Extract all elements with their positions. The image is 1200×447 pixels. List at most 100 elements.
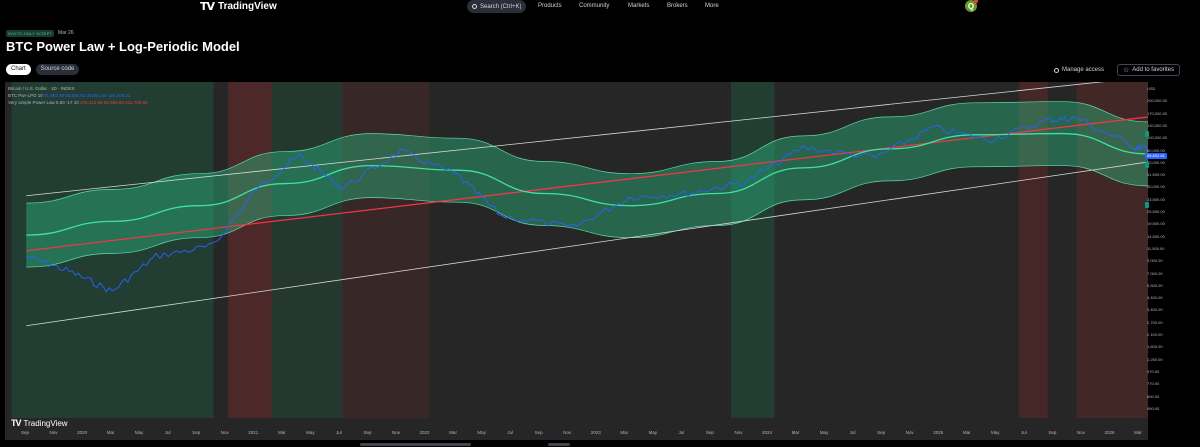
chart-pane[interactable]: Sep Nov 2020 Mar May Jul Sep Nov 2021 Mar May Jul Se… (5, 82, 1148, 440)
y-axis-label: 170,000.00 (1147, 110, 1168, 116)
x-axis-label: 2022 (420, 430, 431, 435)
search-icon (472, 4, 477, 9)
x-axis-label: May (135, 430, 144, 435)
legend-row-symbol[interactable]: Bitcoin / U.S. Dollar · 1D · INDEX (8, 85, 148, 92)
y-axis-label: 7,000.00 (1147, 270, 1163, 276)
user-icon (1053, 67, 1059, 73)
watermark-text: TradingView (23, 418, 68, 428)
x-axis-label: Jul (1021, 430, 1027, 435)
manage-access-button[interactable]: Manage access (1049, 64, 1109, 76)
y-axis-label: 1,600.00 (1147, 344, 1163, 350)
y-axis-label: 5,500.00 (1147, 282, 1163, 288)
top-nav: TV TradingView Search (Ctrl+K) Products … (0, 0, 1200, 14)
timeline-scrollbar[interactable] (360, 443, 471, 446)
x-axis-label: Nov (221, 430, 230, 435)
y-axis-label: 11,500.00 (1147, 245, 1165, 251)
x-axis-label: 2021 (248, 430, 259, 435)
logo-text: TradingView (218, 1, 277, 12)
nav-markets[interactable]: Markets (628, 3, 649, 9)
indicator-price-tag (1145, 202, 1149, 208)
y-axis-label: 4,400.00 (1147, 295, 1163, 301)
x-axis-label: 2020 (77, 430, 88, 435)
legend-powerlaw-name: Very simple Power Law 5.83 -17 10 (8, 100, 79, 105)
x-axis-label: Mar (792, 430, 800, 435)
x-axis-label: May (991, 430, 1000, 435)
legend-indicator-values: 91,992.38 50,506.93 39,851.44 123,406.21 (44, 93, 131, 98)
y-axis-label: 40,000.00 (1147, 184, 1165, 190)
x-axis-label: Jul (336, 430, 342, 435)
x-axis-label: Nov (563, 430, 572, 435)
y-axis-label: USD (1147, 86, 1156, 91)
x-axis-label: Jul (165, 430, 171, 435)
timeline-scrollbar-thumb[interactable] (548, 443, 570, 446)
x-axis-label: Jul (507, 430, 513, 435)
y-axis-label: 14,500.00 (1147, 233, 1165, 239)
y-axis-label: 60,000.00 (1147, 159, 1165, 165)
x-axis-label: Sep (535, 430, 544, 435)
nav-brokers[interactable]: Brokers (667, 3, 688, 9)
tab-source-code[interactable]: Source code (35, 64, 80, 75)
x-axis-label: May (649, 430, 658, 435)
search-button[interactable]: Search (Ctrl+K) (467, 0, 526, 13)
x-axis-label: Nov (50, 430, 59, 435)
x-axis-label: Mar (620, 430, 628, 435)
y-axis-label: 2,700.00 (1147, 319, 1163, 325)
y-axis-label: 200,000.00 (1147, 98, 1168, 104)
tab-chart[interactable]: Chart (6, 64, 31, 75)
x-axis-label: Mar (107, 430, 115, 435)
legend-row-indicator[interactable]: BTC Pwr-LPO 10 91,992.38 50,506.93 39,85… (8, 92, 148, 99)
x-axis-label: Nov (906, 430, 915, 435)
nav-more[interactable]: More (705, 3, 719, 9)
x-axis-label: Mar (1134, 430, 1142, 435)
x-axis-label: May (820, 430, 829, 435)
y-axis-label: 100,000.00 (1147, 135, 1168, 141)
nav-community[interactable]: Community (579, 3, 609, 9)
y-axis-label: 1,250.00 (1147, 356, 1163, 362)
legend-row-powerlaw[interactable]: Very simple Power Law 5.83 -17 10 176,21… (8, 99, 148, 106)
y-axis-label: 770.00 (1147, 381, 1160, 387)
star-icon: ☆ (1123, 67, 1130, 74)
x-axis-label: Sep (21, 430, 30, 435)
tradingview-logo[interactable]: TV TradingView (200, 0, 277, 13)
page-title: BTC Power Law + Log-Periodic Model (6, 39, 240, 54)
indicator-price-tag (1145, 162, 1149, 168)
x-axis-label: 2023 (591, 430, 602, 435)
x-axis-label: 2025 (933, 430, 944, 435)
legend-indicator-name: BTC Pwr-LPO 10 (8, 93, 43, 98)
x-axis-label: Sep (706, 430, 715, 435)
x-axis-label: Nov (734, 430, 743, 435)
x-axis-label: Mar (449, 430, 457, 435)
x-axis: Sep Nov 2020 Mar May Jul Sep Nov 2021 Mar May Jul Se… (21, 430, 1142, 435)
y-axis-label: 80,000.00 (1147, 147, 1165, 153)
y-axis-label: 9,000.00 (1147, 258, 1163, 264)
y-axis-label: 25,500.00 (1147, 209, 1165, 214)
nav-products[interactable]: Products (538, 3, 562, 9)
shade-band-3 (342, 82, 430, 418)
notification-dot (974, 0, 978, 3)
y-axis-label: 130,000.00 (1147, 122, 1168, 128)
search-placeholder: Search (Ctrl+K) (480, 3, 522, 10)
legend-powerlaw-values: 176,216.59 55,689.96 222,759.84 (80, 100, 148, 105)
x-axis-label: Sep (363, 430, 372, 435)
x-axis-label: 2026 (1104, 430, 1115, 435)
last-price-tag: 68,892.81 (1145, 153, 1167, 159)
x-axis-label: 2024 (762, 430, 773, 435)
x-axis-label: Sep (192, 430, 201, 435)
chart-canvas[interactable]: Sep Nov 2020 Mar May Jul Sep Nov 2021 Mar May Jul Se… (5, 82, 1148, 440)
script-actions: Manage access ☆ Add to favorites (1049, 64, 1180, 76)
x-axis-label: May (477, 430, 486, 435)
avatar[interactable]: Q (965, 0, 978, 12)
avatar-letter: Q (967, 1, 975, 11)
y-axis-label: 600.00 (1147, 393, 1160, 399)
add-to-favorites-button[interactable]: ☆ Add to favorites (1117, 64, 1180, 76)
y-axis-label: 490.00 (1147, 405, 1160, 411)
manage-access-label: Manage access (1061, 67, 1105, 73)
view-tabs: Chart Source code (6, 64, 80, 75)
invite-only-badge: INVITE-ONLY SCRIPT (6, 30, 55, 37)
y-axis-label: 2,100.00 (1147, 332, 1163, 337)
x-axis-label: Sep (877, 430, 886, 435)
y-axis-label: 970.00 (1147, 368, 1160, 374)
add-favorites-label: Add to favorites (1132, 67, 1174, 73)
x-axis-label: Nov (1077, 430, 1086, 435)
x-axis-label: Jul (850, 430, 856, 435)
